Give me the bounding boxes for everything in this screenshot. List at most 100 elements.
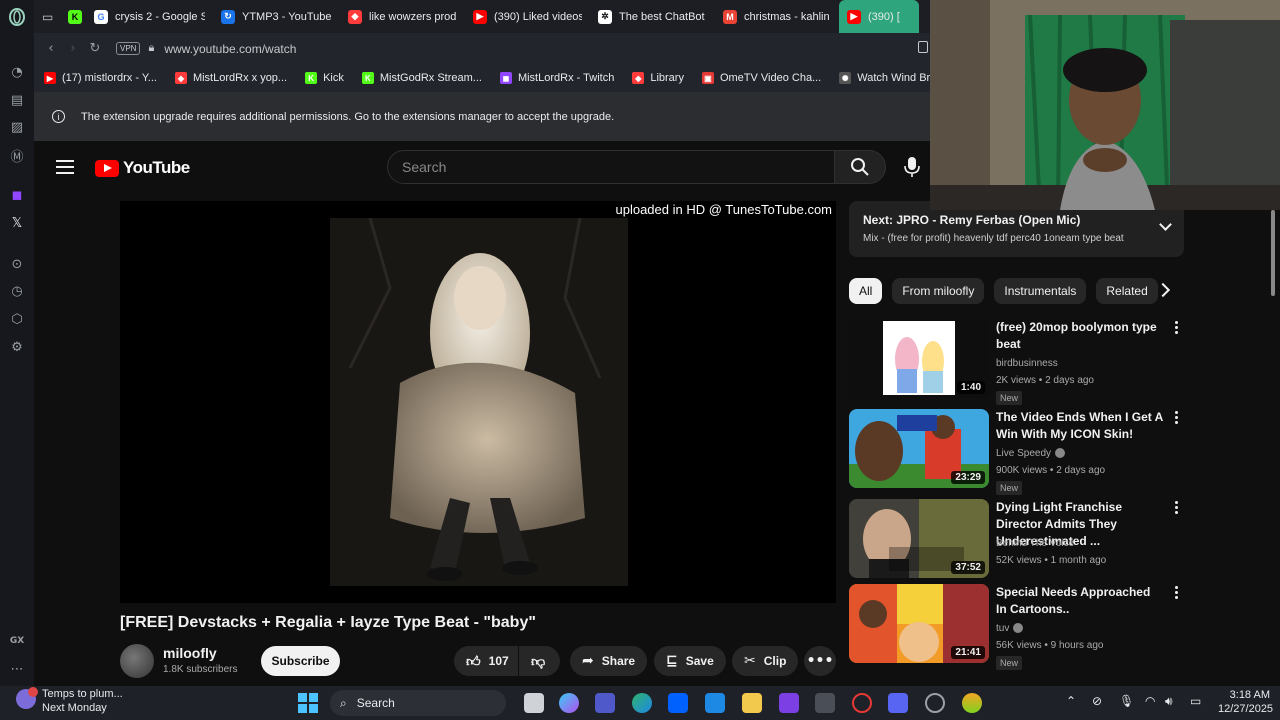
recommended-channel[interactable]: tuv	[996, 623, 1024, 634]
tray-overflow-icon[interactable]: ⌃	[1066, 694, 1076, 708]
recommended-title[interactable]: Special Needs Approached In Cartoons..	[996, 584, 1164, 618]
recommended-channel[interactable]: Behind The Voice	[996, 538, 1074, 549]
volume-icon[interactable]: 🔊︎	[1165, 694, 1173, 709]
browser-tab[interactable]: ▶ (390) Liked videos	[465, 0, 590, 33]
task-view-icon[interactable]	[524, 693, 544, 713]
video-thumbnail[interactable]: 21:41	[849, 584, 989, 663]
save-button[interactable]: ⊑ Save	[654, 646, 726, 676]
filter-chip[interactable]: All	[849, 278, 883, 304]
channel-name[interactable]: miloofly	[163, 645, 217, 661]
share-button[interactable]: ➦ Share	[570, 646, 648, 676]
channel-avatar[interactable]	[120, 644, 154, 678]
url-field[interactable]: www.youtube.com/watch	[164, 42, 296, 56]
browser-tab[interactable]: Mchristmas - kahlin	[715, 0, 839, 33]
back-icon[interactable]: ‹	[40, 41, 62, 56]
twitch-icon[interactable]: ◼	[8, 186, 26, 204]
recommended-video[interactable]: 21:41 Special Needs Approached In Cartoon…	[849, 584, 1184, 670]
search-button[interactable]	[834, 150, 886, 184]
recommended-video[interactable]: 1:40 (free) 20mop boolymon type beat birdb…	[849, 319, 1184, 405]
browser-tab[interactable]: ↻ YTMP3 - YouTube	[213, 0, 340, 33]
reload-icon[interactable]: ↻	[84, 41, 106, 56]
edge-icon[interactable]	[632, 693, 652, 713]
recommended-channel[interactable]: Live Speedy	[996, 448, 1066, 459]
tab-dashboard[interactable]: ▭	[34, 0, 64, 33]
browser-tab[interactable]: ◆ like wowzers prod	[340, 0, 465, 33]
youtube-logo[interactable]: YouTube	[95, 158, 190, 178]
browser-tab[interactable]: ✲ The best ChatBot	[590, 0, 715, 33]
vpn-badge[interactable]: VPN	[116, 42, 141, 55]
subscribe-button[interactable]: Subscribe	[261, 646, 340, 676]
recommended-title[interactable]: The Video Ends When I Get A Win With My …	[996, 409, 1164, 443]
gx-icon[interactable]: GX	[8, 632, 26, 650]
player-icon[interactable]: ⊙	[8, 255, 26, 273]
teams-icon[interactable]	[595, 693, 615, 713]
filter-chip[interactable]: Instrumentals	[994, 278, 1087, 304]
search-input[interactable]: Search	[387, 150, 835, 184]
bookmark-item[interactable]: ◆ Library	[632, 72, 684, 84]
tab-kick[interactable]: K	[64, 0, 86, 33]
settings-icon[interactable]: ⚙	[8, 338, 26, 356]
bookmark-item[interactable]: ▣ OmeTV Video Cha...	[701, 72, 821, 84]
filter-chip[interactable]: From miloofly	[892, 278, 985, 304]
bookmark-item[interactable]: ◼ MistLordRx - Twitch	[499, 72, 614, 84]
kick-icon: K	[68, 9, 82, 24]
collections-icon[interactable]: ▨	[8, 118, 26, 136]
lock-icon[interactable]: 🔒︎	[148, 42, 154, 55]
opera-logo-icon[interactable]	[8, 8, 26, 26]
tray-mic-icon[interactable]: 🎙︎	[1119, 694, 1134, 708]
kebab-menu-icon[interactable]	[1175, 501, 1179, 516]
bookmark-item[interactable]: K Kick	[305, 72, 344, 84]
workspaces-icon[interactable]: ▤	[8, 91, 26, 109]
extensions-icon[interactable]: ⬡	[8, 310, 26, 328]
forward-icon[interactable]: ›	[62, 41, 84, 56]
opera-gx-taskbar-icon[interactable]	[852, 693, 872, 713]
x-twitter-icon[interactable]: 𝕏	[8, 214, 26, 232]
tray-app-icon[interactable]: ⊘	[1092, 694, 1102, 708]
kebab-menu-icon[interactable]	[1175, 586, 1179, 601]
chevron-down-icon[interactable]	[1159, 218, 1172, 231]
battery-icon[interactable]: ▭	[1190, 694, 1201, 708]
dislike-button[interactable]: 👎︎	[519, 646, 560, 676]
taskbar-clock[interactable]: 3:18 AM 12/27/2025	[1218, 688, 1273, 716]
copilot-icon[interactable]	[559, 693, 579, 713]
mail-app-icon[interactable]: Ⓜ	[8, 146, 26, 165]
windows-start-icon[interactable]	[298, 693, 318, 713]
more-icon[interactable]: ⋯	[8, 660, 26, 678]
hamburger-menu-icon[interactable]	[56, 160, 74, 178]
camera-icon[interactable]	[815, 693, 835, 713]
filter-chip[interactable]: Related	[1096, 278, 1158, 304]
clip-button[interactable]: ✂ Clip	[732, 646, 799, 676]
bookmark-item[interactable]: ▶ (17) mistlordrx - Y...	[44, 72, 157, 84]
history-icon[interactable]: ◷	[8, 282, 26, 300]
recommended-video[interactable]: 37:52 Dying Light Franchise Director Admi…	[849, 499, 1184, 579]
aria-icon[interactable]: ◔	[8, 63, 26, 81]
browser-tab[interactable]: Gcrysis 2 - Google S	[86, 0, 213, 33]
app-icon[interactable]	[925, 693, 945, 713]
scrollbar-thumb[interactable]	[1271, 210, 1275, 296]
video-player[interactable]: uploaded in HD @ TunesToTube.com	[120, 201, 836, 603]
app-flame-icon[interactable]	[962, 693, 982, 713]
video-thumbnail[interactable]: 1:40	[849, 319, 989, 398]
file-explorer-icon[interactable]	[742, 693, 762, 713]
store-icon[interactable]	[705, 693, 725, 713]
recommended-video[interactable]: 23:29 The Video Ends When I Get A Win Wit…	[849, 409, 1184, 495]
recommended-channel[interactable]: birdbusinness	[996, 358, 1058, 369]
recommended-title[interactable]: (free) 20mop boolymon type beat	[996, 319, 1164, 353]
kebab-menu-icon[interactable]	[1175, 411, 1179, 426]
microphone-icon[interactable]	[904, 156, 930, 178]
bookmark-item[interactable]: ◆ MistLordRx x yop...	[174, 72, 287, 84]
browser-tab[interactable]: ▶ (390) [	[839, 0, 919, 33]
clipchamp-icon[interactable]	[779, 693, 799, 713]
snapshot-icon[interactable]	[918, 41, 928, 53]
discord-icon[interactable]	[888, 693, 908, 713]
dropbox-icon[interactable]	[668, 693, 688, 713]
wifi-icon[interactable]: ◠	[1145, 694, 1155, 708]
kebab-menu-icon[interactable]	[1175, 321, 1179, 336]
page-scrollbar[interactable]	[1270, 210, 1276, 686]
video-thumbnail[interactable]: 37:52	[849, 499, 989, 578]
more-actions-button[interactable]: •••	[804, 646, 836, 676]
like-button[interactable]: 👍︎ 107	[454, 646, 518, 676]
taskbar-search[interactable]: ⌕ Search	[330, 690, 506, 716]
bookmark-item[interactable]: K MistGodRx Stream...	[361, 72, 482, 84]
video-thumbnail[interactable]: 23:29	[849, 409, 989, 488]
